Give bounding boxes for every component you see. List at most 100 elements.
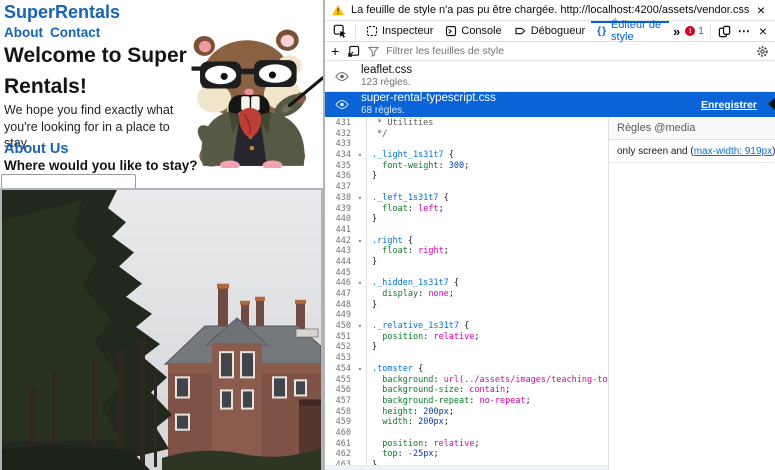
code-line[interactable]: 448}: [325, 300, 608, 311]
console-icon: [445, 25, 457, 37]
line-number: 448: [325, 300, 354, 311]
meatball-menu-icon[interactable]: ⋯: [734, 24, 755, 38]
code-line[interactable]: 435 font-weight: 300;: [325, 161, 608, 172]
fold-arrow-icon[interactable]: ▾: [354, 364, 367, 375]
nav-link-contact[interactable]: Contact: [50, 25, 100, 40]
fold-arrow-icon[interactable]: ▾: [354, 150, 367, 161]
code-line[interactable]: 449: [325, 310, 608, 321]
warning-close-icon[interactable]: ×: [753, 3, 769, 17]
stylesheet-item-super-rental-typescript[interactable]: super-rental-typescript.css 68 règles. E…: [325, 92, 775, 117]
more-tabs-icon[interactable]: »: [669, 24, 685, 39]
tab-debogueur[interactable]: Débogueur: [508, 21, 591, 42]
code-line[interactable]: 437: [325, 182, 608, 193]
fold-arrow-icon[interactable]: ▾: [354, 321, 367, 332]
devtools-close-icon[interactable]: ×: [755, 24, 771, 38]
fold-gutter: [354, 246, 367, 257]
code-line[interactable]: 454▾.tomster {: [325, 364, 608, 375]
code-text: float: left;: [367, 204, 444, 215]
fold-arrow-icon[interactable]: ▾: [354, 236, 367, 247]
line-number: 431: [325, 118, 354, 129]
debugger-icon: [514, 25, 527, 37]
code-line[interactable]: 459 width: 200px;: [325, 417, 608, 428]
error-count-badge[interactable]: ! 1: [685, 26, 704, 37]
code-lines[interactable]: 431 * Utilities432 */433434▾._light_1s31…: [325, 118, 608, 470]
fold-gutter: [354, 204, 367, 215]
line-number: 432: [325, 129, 354, 140]
code-line[interactable]: 455 background: url(../assets/images/tea…: [325, 375, 608, 386]
media-condition-link[interactable]: max-width: 919px: [694, 146, 772, 157]
import-stylesheet-icon[interactable]: [347, 45, 360, 58]
save-stylesheet-link[interactable]: Enregistrer: [701, 99, 757, 111]
filter-stylesheets-input[interactable]: [384, 44, 748, 58]
code-line[interactable]: 442▾.right {: [325, 236, 608, 247]
code-text: display: none;: [367, 289, 454, 300]
stay-search-input[interactable]: [1, 174, 136, 189]
code-line[interactable]: 443 float: right;: [325, 246, 608, 257]
eye-icon[interactable]: [335, 72, 349, 81]
code-line[interactable]: 440}: [325, 214, 608, 225]
tab-editeur-de-style[interactable]: {} Éditeur de style: [591, 21, 669, 42]
code-line[interactable]: 460: [325, 428, 608, 439]
code-line[interactable]: 444}: [325, 257, 608, 268]
responsive-mode-icon[interactable]: [715, 25, 734, 38]
code-text: background-size: contain;: [367, 385, 510, 396]
code-text: background: url(../assets/images/teachin…: [367, 375, 608, 386]
line-number: 450: [325, 321, 354, 332]
new-stylesheet-icon[interactable]: +: [331, 44, 339, 58]
error-count: 1: [698, 26, 704, 37]
about-us-link[interactable]: About Us: [4, 141, 68, 157]
line-number: 433: [325, 139, 354, 150]
panel-splitter-arrow[interactable]: [768, 98, 775, 110]
media-rule-prefix: only screen and (: [617, 146, 694, 157]
fold-arrow-icon[interactable]: ▾: [354, 193, 367, 204]
separator: [710, 24, 711, 39]
code-line[interactable]: 431 * Utilities: [325, 118, 608, 129]
code-text: */: [367, 129, 387, 140]
code-line[interactable]: 457 background-repeat: no-repeat;: [325, 396, 608, 407]
code-text: [367, 139, 372, 150]
code-line[interactable]: 450▾._relative_1s31t7 {: [325, 321, 608, 332]
code-line[interactable]: 441: [325, 225, 608, 236]
code-line[interactable]: 446▾._hidden_1s31t7 {: [325, 278, 608, 289]
code-line[interactable]: 452}: [325, 342, 608, 353]
stylesheet-item-leaflet[interactable]: leaflet.css 123 règles.: [325, 61, 775, 92]
code-line[interactable]: 439 float: left;: [325, 204, 608, 215]
line-number: 435: [325, 161, 354, 172]
line-number: 439: [325, 204, 354, 215]
code-line[interactable]: 458 height: 200px;: [325, 407, 608, 418]
screenshot-root: SuperRentals AboutContact Welcome to Sup…: [0, 0, 775, 470]
code-text: float: right;: [367, 246, 449, 257]
code-line[interactable]: 456 background-size: contain;: [325, 385, 608, 396]
separator: [355, 24, 356, 39]
horizontal-scrollbar[interactable]: [325, 465, 608, 470]
code-line[interactable]: 445: [325, 268, 608, 279]
code-line[interactable]: 438▾._left_1s31t7 {: [325, 193, 608, 204]
fold-gutter: [354, 300, 367, 311]
filter-box: [368, 44, 748, 58]
code-line[interactable]: 432 */: [325, 129, 608, 140]
fold-gutter: [354, 310, 367, 321]
nav-link-about[interactable]: About: [4, 25, 43, 40]
code-line[interactable]: 462 top: -25px;: [325, 449, 608, 460]
code-line[interactable]: 434▾._light_1s31t7 {: [325, 150, 608, 161]
code-line[interactable]: 453: [325, 353, 608, 364]
tab-label: Console: [461, 25, 501, 37]
line-number: 437: [325, 182, 354, 193]
tab-inspecteur[interactable]: Inspecteur: [360, 21, 439, 42]
code-line[interactable]: 447 display: none;: [325, 289, 608, 300]
devtools-panel: La feuille de style n'a pas pu être char…: [323, 0, 775, 470]
code-text: background-repeat: no-repeat;: [367, 396, 531, 407]
devtools-tabbar: Inspecteur Console Débogueur {} Éditeur …: [325, 21, 775, 42]
line-number: 454: [325, 364, 354, 375]
fold-arrow-icon[interactable]: ▾: [354, 278, 367, 289]
line-number: 449: [325, 310, 354, 321]
code-line[interactable]: 433: [325, 139, 608, 150]
eye-icon[interactable]: [335, 100, 349, 109]
tab-console[interactable]: Console: [439, 21, 507, 42]
pick-element-icon[interactable]: [329, 24, 351, 38]
code-text: ._relative_1s31t7 {: [367, 321, 469, 332]
settings-gear-icon[interactable]: [756, 45, 769, 58]
code-line[interactable]: 436}: [325, 171, 608, 182]
code-line[interactable]: 451 position: relative;: [325, 332, 608, 343]
code-line[interactable]: 461 position: relative;: [325, 439, 608, 450]
